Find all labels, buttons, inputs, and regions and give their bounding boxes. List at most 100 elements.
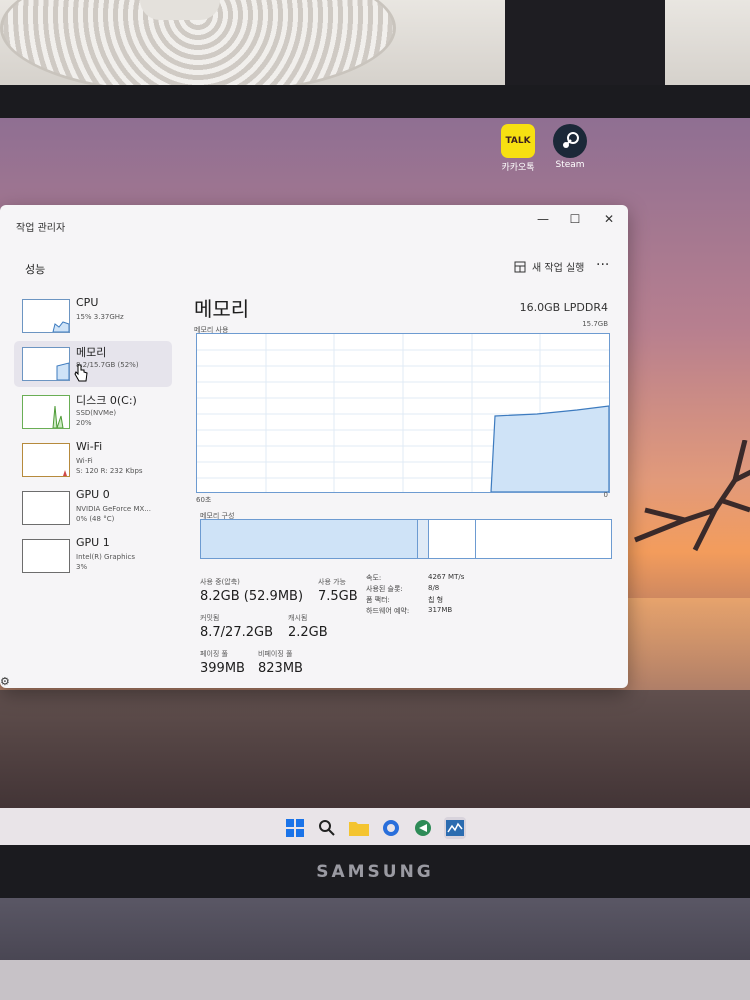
disk-graph-thumbnail [22, 395, 70, 429]
app-icon [415, 820, 431, 836]
wifi-throughput: S: 120 R: 232 Kbps [76, 467, 143, 475]
memory-usage-max: 15.7GB [582, 320, 608, 328]
sidebar-item-cpu[interactable]: CPU 15% 3.37GHz [14, 293, 172, 339]
composition-in-use [201, 520, 418, 558]
monitor-back [505, 0, 665, 88]
sidebar-item-label: Wi-Fi [76, 440, 103, 453]
fan-hub [140, 0, 220, 20]
driftwood-tree [634, 440, 750, 552]
paged-pool-label: 페이징 풀 [200, 650, 228, 658]
committed-label: 커밋됨 [200, 614, 220, 622]
task-manager-icon [446, 820, 464, 836]
gpu1-usage: 3% [76, 563, 88, 571]
kakaotalk-label: 카카오톡 [501, 163, 535, 173]
gpu0-model: NVIDIA GeForce MX... [76, 505, 151, 513]
speed-label: 속도: [366, 574, 382, 582]
laptop-brand-logo: SAMSUNG [316, 862, 434, 882]
steam-icon [553, 124, 587, 158]
memory-usage-graph [196, 333, 610, 493]
task-manager-window: 작업 관리자 — ☐ ✕ 성능 새 작업 실행 ··· CPU 15% 3.37… [0, 205, 628, 688]
nonpaged-pool-value: 823MB [258, 661, 303, 676]
cpu-graph-thumbnail [22, 299, 70, 333]
sidebar-item-label: CPU [76, 296, 99, 309]
gpu1-model: Intel(R) Graphics [76, 553, 135, 561]
wallpaper-beach [0, 690, 750, 818]
sidebar-item-memory[interactable]: 메모리 8.2/15.7GB (52%) [14, 341, 172, 387]
hand-cursor-icon [74, 364, 88, 382]
memory-stats: 사용 중(압축) 8.2GB (52.9MB) 사용 가능 7.5GB 커밋됨 … [200, 573, 610, 687]
maximize-button[interactable]: ☐ [560, 209, 590, 229]
sidebar-item-gpu1[interactable]: GPU 1 Intel(R) Graphics 3% [14, 533, 172, 579]
graph-time-right: 0 [603, 491, 608, 499]
graph-time-left: 60초 [196, 496, 212, 504]
memory-panel: 메모리 16.0GB LPDDR4 메모리 사용 15.7GB 60초 0 메모… [194, 293, 614, 683]
cached-value: 2.2GB [288, 625, 328, 640]
taskbar [0, 808, 750, 848]
close-button[interactable]: ✕ [594, 209, 624, 229]
file-explorer-button[interactable] [348, 817, 370, 839]
gpu1-graph-thumbnail [22, 539, 70, 573]
sidebar-item-label: GPU 0 [76, 488, 110, 501]
steam-desktop-icon[interactable]: Steam [546, 124, 594, 170]
sidebar-item-wifi[interactable]: Wi-Fi Wi-Fi S: 120 R: 232 Kbps [14, 437, 172, 483]
disk-usage: 20% [76, 419, 92, 427]
sidebar-item-detail: NVIDIA GeForce MX... 0% (48 °C) [76, 504, 151, 524]
title-bar[interactable]: 작업 관리자 — ☐ ✕ [0, 205, 628, 241]
run-new-task-label: 새 작업 실행 [532, 263, 585, 274]
available-label: 사용 가능 [318, 578, 346, 586]
windows-icon [286, 819, 304, 837]
sidebar-item-detail: Intel(R) Graphics 3% [76, 552, 135, 572]
laptop-base-edge [0, 960, 750, 1000]
sidebar-item-label: 디스크 0(C:) [76, 394, 137, 407]
slots-value: 8/8 [428, 584, 440, 592]
search-button[interactable] [316, 817, 338, 839]
performance-sidebar: CPU 15% 3.37GHz 메모리 8.2/15.7GB (52%) 디스크… [14, 293, 176, 583]
memory-composition-bar[interactable] [200, 519, 612, 559]
cached-label: 캐시됨 [288, 614, 308, 622]
hw-reserved-label: 하드웨어 예약: [366, 607, 410, 615]
speed-value: 4267 MT/s [428, 573, 465, 581]
search-icon [319, 820, 335, 836]
sidebar-item-gpu0[interactable]: GPU 0 NVIDIA GeForce MX... 0% (48 °C) [14, 485, 172, 531]
sidebar-item-disk[interactable]: 디스크 0(C:) SSD(NVMe) 20% [14, 389, 172, 435]
sidebar-item-label: 메모리 [76, 346, 107, 359]
memory-usage-area [490, 405, 610, 493]
sidebar-item-detail: Wi-Fi S: 120 R: 232 Kbps [76, 456, 143, 476]
in-use-value: 8.2GB (52.9MB) [200, 589, 304, 604]
composition-modified [418, 520, 429, 558]
memory-graph-thumbnail [22, 347, 70, 381]
nonpaged-pool-label: 비페이징 풀 [258, 650, 293, 658]
kakaotalk-icon: TALK [501, 124, 535, 158]
wifi-adapter: Wi-Fi [76, 457, 93, 465]
sidebar-item-label: GPU 1 [76, 536, 110, 549]
memory-title: 메모리 [194, 297, 250, 321]
disk-type: SSD(NVMe) [76, 409, 117, 417]
edge-icon [383, 820, 399, 836]
available-value: 7.5GB [318, 589, 358, 604]
in-use-label: 사용 중(압축) [200, 578, 240, 586]
folder-icon [349, 822, 369, 836]
memory-spec: 16.0GB LPDDR4 [519, 301, 608, 314]
new-task-icon [514, 261, 526, 272]
kakaotalk-desktop-icon[interactable]: TALK 카카오톡 [494, 124, 542, 173]
app-button-green[interactable] [412, 817, 434, 839]
task-manager-taskbar-button[interactable] [444, 817, 466, 839]
start-button[interactable] [284, 817, 306, 839]
minimize-button[interactable]: — [528, 209, 558, 229]
app-title: 작업 관리자 [16, 223, 66, 234]
steam-label: Steam [555, 160, 585, 170]
run-new-task-button[interactable]: 새 작업 실행 [508, 255, 590, 278]
app-button-blue[interactable] [380, 817, 402, 839]
hw-reserved-value: 317MB [428, 606, 453, 614]
sidebar-item-detail: 15% 3.37GHz [76, 313, 124, 321]
gpu0-graph-thumbnail [22, 491, 70, 525]
wifi-graph-thumbnail [22, 443, 70, 477]
form-factor-label: 폼 팩터: [366, 596, 390, 604]
committed-value: 8.7/27.2GB [200, 625, 273, 640]
slots-label: 사용된 슬롯: [366, 585, 403, 593]
more-options-button[interactable]: ··· [596, 257, 609, 273]
settings-gear-icon[interactable]: ⚙ [0, 675, 10, 688]
sidebar-item-detail: SSD(NVMe) 20% [76, 408, 116, 428]
paged-pool-value: 399MB [200, 661, 245, 676]
page-title: 성능 [25, 263, 46, 276]
